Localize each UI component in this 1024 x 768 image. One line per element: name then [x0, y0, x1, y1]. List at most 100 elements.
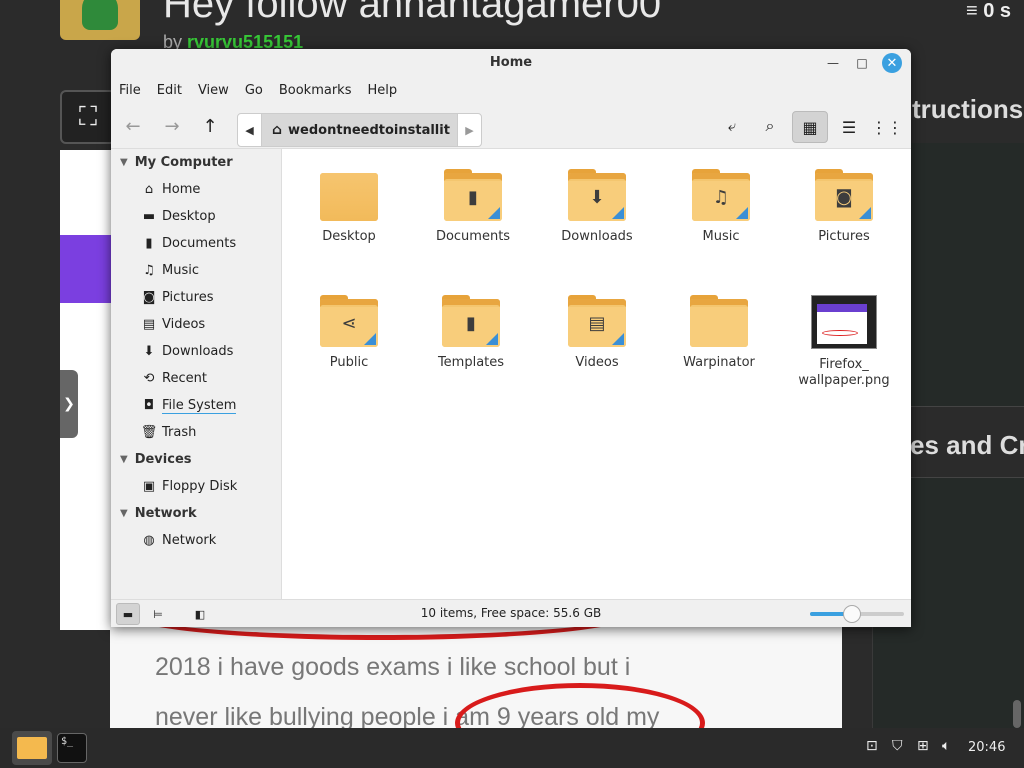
places-sidebar: ▼ My Computer ⌂ Home ▬ Desktop ▮ Documents ♫…: [111, 149, 282, 599]
menu-view[interactable]: View: [198, 83, 229, 98]
path-scroll-left-icon[interactable]: ◀: [238, 114, 262, 146]
breadcrumb: ◀ ⌂ wedontneedtoinstallit ▶: [237, 113, 482, 147]
terminal-app-icon[interactable]: $_: [57, 733, 87, 763]
globe-icon: ◍: [143, 533, 155, 548]
file-item-music[interactable]: ♫ Music: [666, 169, 776, 245]
file-label: Templates: [437, 355, 505, 370]
document-icon: ▮: [145, 236, 153, 251]
sidebar-item-file-system[interactable]: ◘ File System: [111, 392, 281, 419]
file-item-templates[interactable]: ▮ Templates: [416, 295, 526, 371]
sidebar-item-floppy-disk[interactable]: ▣ Floppy Disk: [111, 473, 281, 500]
folder-documents-icon: ▮: [444, 169, 502, 221]
folder-public-icon: ⋖: [320, 295, 378, 347]
file-manager-window: Home — □ ✕ File Edit View Go Bookmarks H…: [111, 49, 911, 627]
file-item-warpinator[interactable]: Warpinator: [664, 295, 774, 371]
file-item-downloads[interactable]: ⬇ Downloads: [542, 169, 652, 245]
maximize-icon[interactable]: □: [852, 53, 872, 73]
sidebar-item-pictures[interactable]: ◙ Pictures: [111, 284, 281, 311]
file-label: Warpinator: [683, 355, 755, 370]
instructions-heading: tructions: [912, 94, 1024, 124]
path-button-current[interactable]: ⌂ wedontneedtoinstallit: [262, 114, 457, 146]
collapse-triangle-icon[interactable]: ▼: [120, 508, 128, 519]
collapse-triangle-icon[interactable]: ▼: [120, 454, 128, 465]
file-item-documents[interactable]: ▮ Documents: [418, 169, 528, 245]
zoom-slider[interactable]: [810, 605, 904, 623]
camera-icon: ◙: [142, 290, 156, 305]
collapse-triangle-icon[interactable]: ▼: [120, 157, 128, 168]
sidebar-item-network[interactable]: ◍ Network: [111, 527, 281, 554]
file-label: Pictures: [818, 229, 870, 244]
red-annotation: [120, 625, 640, 640]
icon-view-icon[interactable]: ▦: [792, 111, 828, 143]
trash-icon: 🗑: [140, 425, 158, 440]
film-icon: ▤: [142, 317, 156, 332]
music-icon: ♫: [143, 263, 155, 278]
section-devices[interactable]: ▼ Devices: [111, 446, 281, 473]
file-item-public[interactable]: ⋖ Public: [294, 295, 404, 371]
back-arrow-icon[interactable]: ←: [119, 112, 147, 140]
menu-bookmarks[interactable]: Bookmarks: [279, 83, 352, 98]
folder-templates-icon: ▮: [442, 295, 500, 347]
minimize-icon[interactable]: —: [823, 53, 843, 73]
recent-icon: ⟲: [143, 371, 155, 386]
compact-view-icon[interactable]: ⋮⋮: [869, 111, 905, 143]
menubar: File Edit View Go Bookmarks Help: [111, 77, 911, 103]
sidebar-item-music[interactable]: ♫ Music: [111, 257, 281, 284]
project-title: Hey follow annantagamer00: [163, 0, 662, 26]
file-label: Firefox_ wallpaper.png: [798, 357, 890, 388]
essay-image: 2018 i have goods exams i like school bu…: [110, 625, 842, 728]
expand-handle-icon[interactable]: ❯: [60, 370, 78, 438]
folder-videos-icon: ▤: [568, 295, 626, 347]
search-icon[interactable]: ⌕: [756, 112, 784, 140]
status-text: 10 items, Free space: 55.6 GB: [420, 606, 602, 620]
menu-help[interactable]: Help: [367, 83, 397, 98]
files-app-icon[interactable]: [12, 731, 52, 765]
path-label: wedontneedtoinstallit: [288, 122, 450, 138]
path-scroll-right-icon[interactable]: ▶: [457, 114, 481, 146]
clock[interactable]: 20:46: [968, 740, 1005, 755]
sidebar-item-trash[interactable]: 🗑 Trash: [111, 419, 281, 446]
desktop-icon: ▬: [142, 209, 156, 224]
taskbar: $_ ⊡ ⛉ ⊞ 🔈︎ 20:46: [0, 728, 1024, 768]
scrollbar[interactable]: [1013, 700, 1021, 728]
sidebar-item-documents[interactable]: ▮ Documents: [111, 230, 281, 257]
list-view-icon[interactable]: ☰: [831, 111, 867, 143]
home-icon: ⌂: [144, 182, 154, 197]
menu-file[interactable]: File: [119, 83, 141, 98]
file-icon-view: Desktop ▮ Documents ⬇ Downloads ♫ Music …: [282, 149, 911, 599]
menu-go[interactable]: Go: [245, 83, 263, 98]
update-manager-icon[interactable]: ⊡: [866, 738, 878, 754]
shield-icon[interactable]: ⛉: [892, 738, 903, 754]
statusbar: ▬ ⊨ ◧ 10 items, Free space: 55.6 GB: [111, 599, 911, 627]
zoom-slider-knob[interactable]: [843, 605, 862, 623]
up-arrow-icon[interactable]: ↑: [196, 112, 224, 140]
close-icon[interactable]: ✕: [882, 53, 902, 73]
menu-edit[interactable]: Edit: [157, 83, 182, 98]
project-stats: ≡ 0 s: [966, 0, 1012, 22]
volume-icon[interactable]: 🔈︎: [942, 738, 950, 754]
sidebar-item-recent[interactable]: ⟲ Recent: [111, 365, 281, 392]
floppy-icon: ▣: [142, 479, 156, 494]
window-title: Home: [489, 55, 533, 70]
section-my-computer[interactable]: ▼ My Computer: [111, 149, 281, 176]
toolbar: ← → ↑ ◀ ⌂ wedontneedtoinstallit ▶ ⤶ ⌕ ▦ …: [111, 103, 911, 149]
sidebar-item-home[interactable]: ⌂ Home: [111, 176, 281, 203]
fullscreen-icon[interactable]: ⛶: [60, 90, 116, 144]
network-icon[interactable]: ⊞: [917, 738, 929, 754]
file-label: Desktop: [322, 229, 376, 244]
file-item-firefox-wallpaper[interactable]: Firefox_ wallpaper.png: [789, 295, 899, 389]
project-thumbnail[interactable]: [60, 0, 140, 40]
sidebar-item-desktop[interactable]: ▬ Desktop: [111, 203, 281, 230]
titlebar[interactable]: Home — □ ✕: [111, 49, 911, 77]
section-network[interactable]: ▼ Network: [111, 500, 281, 527]
toggle-location-icon[interactable]: ⤶: [718, 112, 746, 140]
file-label: Music: [702, 229, 740, 244]
file-item-pictures[interactable]: ◙ Pictures: [789, 169, 899, 245]
stage-banner: [60, 235, 112, 303]
folder-music-icon: ♫: [692, 169, 750, 221]
sidebar-item-downloads[interactable]: ⬇ Downloads: [111, 338, 281, 365]
file-item-videos[interactable]: ▤ Videos: [542, 295, 652, 371]
forward-arrow-icon[interactable]: →: [158, 112, 186, 140]
sidebar-item-videos[interactable]: ▤ Videos: [111, 311, 281, 338]
file-item-desktop[interactable]: Desktop: [294, 169, 404, 245]
